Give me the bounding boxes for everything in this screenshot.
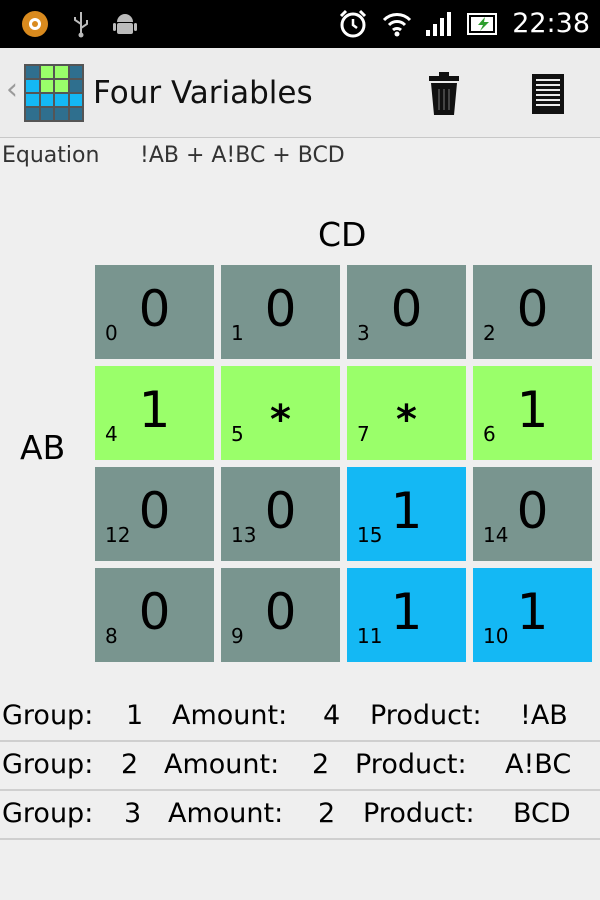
- cell-value: 0: [138, 482, 171, 540]
- alarm-icon: [336, 0, 370, 48]
- karnaugh-map: 0 0 1 0 3 0 2 0 4 1 5 * 7 * 6 1 12 0 13 0 15 1 14 0 8 0 9 0 11 1 10 1: [95, 265, 592, 663]
- usb-icon: [68, 0, 94, 48]
- kmap-cell[interactable]: 41: [95, 366, 214, 460]
- cell-value: 0: [264, 280, 297, 338]
- group-label: Group:: [2, 700, 94, 731]
- up-navigation-icon[interactable]: ‹: [6, 72, 18, 108]
- groups-list: Group: 1 Amount: 4 Product: !AB Group: 2 Amount:…: [0, 693, 600, 840]
- kmap-cell[interactable]: 10: [221, 265, 340, 359]
- cell-value: 1: [516, 381, 549, 439]
- row-variable-label: AB: [20, 428, 66, 467]
- list-item: Group: 2 Amount: 2 Product: A!BC: [0, 742, 600, 791]
- amount-label: Amount:: [164, 749, 280, 780]
- product-label: Product:: [355, 749, 467, 780]
- page-title: Four Variables: [93, 75, 313, 111]
- amount-value: 2: [318, 798, 336, 829]
- group-number: 2: [121, 749, 139, 780]
- column-variable-label: CD: [318, 215, 367, 254]
- cell-value: *: [270, 397, 291, 443]
- kmap-cell[interactable]: 00: [95, 265, 214, 359]
- signal-icon: [422, 0, 456, 48]
- menu-icon: [532, 74, 564, 114]
- list-item: Group: 3 Amount: 2 Product: BCD: [0, 791, 600, 840]
- equation-label: Equation: [2, 143, 100, 168]
- kmap-cell[interactable]: 30: [347, 265, 466, 359]
- cell-value: 0: [516, 280, 549, 338]
- clear-button[interactable]: [420, 68, 468, 120]
- product-label: Product:: [363, 798, 475, 829]
- kmap-cell[interactable]: 15 1: [347, 467, 466, 561]
- kmap-cell[interactable]: 7 *: [347, 366, 466, 460]
- cell-value: 1: [516, 583, 549, 641]
- wifi-icon: [380, 0, 414, 48]
- group-number: 3: [124, 798, 142, 829]
- equation-value: !AB + A!BC + BCD: [140, 143, 345, 168]
- group-label: Group:: [2, 798, 94, 829]
- kmap-cell[interactable]: 90: [221, 568, 340, 662]
- cell-value: 0: [264, 583, 297, 641]
- menu-button[interactable]: [526, 68, 570, 120]
- product-value: BCD: [513, 798, 571, 829]
- product-label: Product:: [370, 700, 482, 731]
- action-bar: ‹ Four Variables: [0, 48, 600, 138]
- cell-value: 0: [390, 280, 423, 338]
- notification-app-icon: [18, 0, 52, 48]
- kmap-cell[interactable]: 11 1: [347, 568, 466, 662]
- cell-value: 0: [516, 482, 549, 540]
- kmap-cell[interactable]: 13 0: [221, 467, 340, 561]
- cell-value: 1: [138, 381, 171, 439]
- kmap-cell[interactable]: 10 1: [473, 568, 592, 662]
- battery-icon: [466, 0, 500, 48]
- group-number: 1: [126, 700, 144, 731]
- amount-label: Amount:: [172, 700, 288, 731]
- amount-label: Amount:: [168, 798, 284, 829]
- product-value: A!BC: [505, 749, 572, 780]
- kmap-cell[interactable]: 80: [95, 568, 214, 662]
- status-bar: 22:38: [0, 0, 600, 48]
- cell-value: 1: [390, 583, 423, 641]
- app-logo-icon[interactable]: [24, 64, 84, 122]
- cell-value: 1: [390, 482, 423, 540]
- product-value: !AB: [520, 700, 568, 731]
- kmap-cell[interactable]: 12 0: [95, 467, 214, 561]
- amount-value: 4: [323, 700, 341, 731]
- cell-value: 0: [138, 280, 171, 338]
- status-clock: 22:38: [512, 8, 590, 39]
- trash-icon: [429, 72, 459, 115]
- list-item: Group: 1 Amount: 4 Product: !AB: [0, 693, 600, 742]
- kmap-cell[interactable]: 14 0: [473, 467, 592, 561]
- kmap-cell[interactable]: 20: [473, 265, 592, 359]
- cell-value: 0: [138, 583, 171, 641]
- kmap-cell[interactable]: 5 *: [221, 366, 340, 460]
- cell-value: *: [396, 397, 417, 443]
- android-debug-icon: [110, 0, 140, 48]
- kmap-cell[interactable]: 61: [473, 366, 592, 460]
- group-label: Group:: [2, 749, 94, 780]
- cell-value: 0: [264, 482, 297, 540]
- amount-value: 2: [312, 749, 330, 780]
